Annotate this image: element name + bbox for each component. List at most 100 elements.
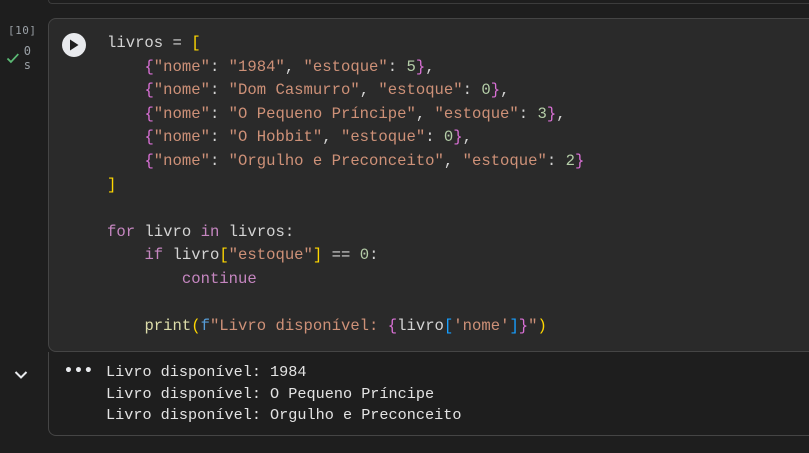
code-token: }: [518, 317, 529, 336]
code-token: }: [415, 57, 426, 76]
code-token: if: [144, 246, 164, 265]
code-token: "O Hobbit": [228, 128, 323, 147]
code-token: {: [144, 57, 154, 76]
code-token: "nome": [153, 81, 210, 100]
code-token: {: [144, 104, 154, 123]
code-token: ,: [284, 57, 304, 76]
code-token: ,: [500, 81, 510, 100]
code-token: (: [191, 317, 201, 336]
code-token: }: [453, 128, 463, 147]
code-token: ,: [425, 57, 435, 76]
code-line: print(f"Livro disponível: {livro['nome']…: [107, 315, 584, 339]
code-token: ,: [359, 81, 379, 100]
code-token: for: [107, 222, 136, 241]
code-token: ]: [107, 175, 117, 194]
execution-count: [10]: [8, 24, 37, 37]
code-token: ,: [415, 104, 435, 123]
code-token: "Livro disponível:: [209, 317, 388, 336]
code-token: :: [209, 151, 229, 170]
collapse-output-button[interactable]: [13, 366, 29, 385]
code-line: continue: [107, 268, 584, 292]
code-token: in: [200, 222, 220, 241]
execution-time: 0 s: [23, 44, 32, 72]
code-token: 0: [443, 128, 454, 147]
code-token: "estoque": [462, 151, 547, 170]
code-token: "nome": [153, 151, 210, 170]
code-token: {: [144, 128, 154, 147]
execution-status: 0 s: [6, 44, 48, 72]
checkmark-icon: [6, 53, 19, 64]
code-token: livros:: [219, 222, 295, 241]
code-token: ,: [443, 151, 463, 170]
play-icon: [70, 39, 79, 51]
code-token: livro: [397, 317, 444, 336]
code-token: [: [191, 34, 201, 52]
output-line: Livro disponível: O Pequeno Príncipe: [106, 384, 435, 403]
code-token: f: [200, 317, 210, 336]
code-token: }: [490, 81, 501, 100]
code-token: :: [546, 151, 566, 170]
code-token: }: [574, 151, 585, 170]
code-token: [: [443, 317, 454, 336]
code-token: :: [518, 104, 538, 123]
code-line: {"nome": "Dom Casmurro", "estoque": 0},: [107, 79, 584, 103]
code-token: 0: [359, 246, 370, 265]
previous-cell-border: [48, 0, 809, 4]
code-token: "nome": [153, 57, 210, 76]
code-token: }: [546, 104, 557, 123]
code-token: {: [144, 81, 154, 100]
code-token: :: [462, 81, 482, 100]
code-line: if livro["estoque"] == 0:: [107, 244, 584, 268]
code-token: "1984": [228, 57, 285, 76]
code-token: "estoque": [303, 57, 388, 76]
code-line: ]: [107, 174, 584, 198]
code-token: 2: [565, 151, 575, 170]
code-token: 3: [537, 104, 547, 123]
code-token: :: [209, 128, 229, 147]
code-token: "estoque": [228, 246, 313, 265]
code-token: livro: [135, 222, 201, 241]
code-line: {"nome": "O Hobbit", "estoque": 0},: [107, 126, 584, 150]
code-token: "estoque": [340, 128, 426, 147]
code-token: :: [209, 104, 229, 123]
code-token: ,: [556, 104, 566, 123]
code-token: 5: [406, 57, 416, 76]
code-token: ,: [462, 128, 472, 147]
code-token: "estoque": [434, 104, 519, 123]
output-actions-icon[interactable]: •••: [64, 363, 94, 379]
code-token: :: [369, 246, 379, 265]
code-token: ): [537, 317, 547, 336]
output-line: Livro disponível: Orgulho e Preconceito: [106, 406, 462, 425]
code-token: ]: [312, 246, 323, 265]
code-token: ": [528, 317, 538, 336]
code-token: "nome": [153, 104, 210, 123]
code-token: "Orgulho e Preconceito": [228, 151, 444, 170]
code-editor[interactable]: livros = [ {"nome": "1984", "estoque": 5…: [107, 32, 584, 339]
code-line: livros = [: [107, 32, 584, 56]
code-token: "estoque": [378, 81, 463, 100]
code-line: {"nome": "1984", "estoque": 5},: [107, 56, 584, 80]
code-token: livros =: [107, 34, 192, 52]
code-token: ==: [322, 246, 360, 265]
code-token: {: [387, 317, 398, 336]
code-line: {"nome": "O Pequeno Príncipe", "estoque"…: [107, 103, 584, 127]
code-token: :: [425, 128, 444, 147]
code-token: print: [144, 317, 192, 336]
code-token: ]: [509, 317, 519, 336]
code-token: :: [209, 57, 229, 76]
code-token: livro: [163, 246, 220, 265]
run-cell-button[interactable]: [62, 33, 86, 57]
code-token: "O Pequeno Príncipe": [228, 104, 416, 123]
code-token: 0: [481, 81, 491, 100]
code-token: :: [387, 57, 407, 76]
code-token: [: [219, 246, 229, 265]
